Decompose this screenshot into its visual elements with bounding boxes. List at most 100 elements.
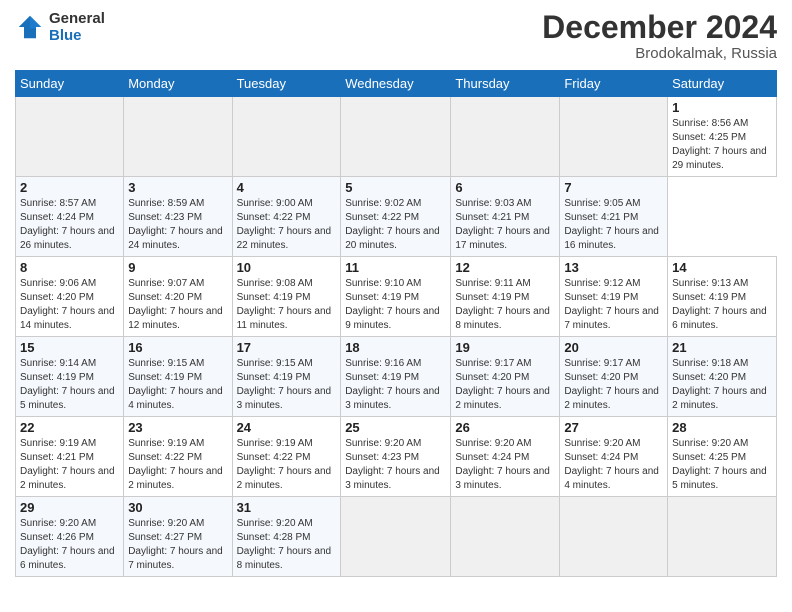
table-row: 3Sunrise: 8:59 AMSunset: 4:23 PMDaylight… — [124, 177, 232, 257]
table-row: 25Sunrise: 9:20 AMSunset: 4:23 PMDayligh… — [341, 417, 451, 497]
calendar-container: General Blue December 2024 Brodokalmak, … — [0, 0, 792, 587]
day-info: Sunrise: 9:11 AMSunset: 4:19 PMDaylight:… — [455, 277, 555, 333]
calendar-body: 1 Sunrise: 8:56 AMSunset: 4:25 PMDaylight… — [16, 97, 777, 577]
day-info: Sunrise: 8:56 AMSunset: 4:25 PMDaylight:… — [672, 117, 772, 173]
table-row: 9Sunrise: 9:07 AMSunset: 4:20 PMDaylight… — [124, 257, 232, 337]
table-row: 16 Sunrise: 9:15 AMSunset: 4:19 PMDayligh… — [124, 337, 232, 417]
day-info: Sunrise: 9:13 AMSunset: 4:19 PMDaylight:… — [672, 277, 772, 333]
day-info: Sunrise: 9:18 AMSunset: 4:20 PMDaylight:… — [672, 357, 772, 413]
logo: General Blue — [15, 10, 105, 44]
day-number: 13 — [564, 260, 663, 275]
logo-icon — [15, 12, 45, 42]
day-info: Sunrise: 9:20 AMSunset: 4:26 PMDaylight:… — [20, 517, 119, 573]
col-thursday: Thursday — [451, 71, 560, 97]
table-row: 22Sunrise: 9:19 AMSunset: 4:21 PMDayligh… — [16, 417, 124, 497]
calendar-week-5: 29 Sunrise: 9:20 AMSunset: 4:26 PMDayligh… — [16, 497, 777, 577]
day-number: 27 — [564, 420, 663, 435]
day-info: Sunrise: 9:17 AMSunset: 4:20 PMDaylight:… — [564, 357, 663, 413]
header: General Blue December 2024 Brodokalmak, … — [15, 10, 777, 62]
table-row: 31Sunrise: 9:20 AMSunset: 4:28 PMDayligh… — [232, 497, 341, 577]
table-row: 29 Sunrise: 9:20 AMSunset: 4:26 PMDayligh… — [16, 497, 124, 577]
day-number: 3 — [128, 180, 227, 195]
day-info: Sunrise: 9:03 AMSunset: 4:21 PMDaylight:… — [455, 197, 555, 253]
day-info: Sunrise: 9:20 AMSunset: 4:27 PMDaylight:… — [128, 517, 227, 573]
day-info: Sunrise: 9:10 AMSunset: 4:19 PMDaylight:… — [345, 277, 446, 333]
col-monday: Monday — [124, 71, 232, 97]
table-row — [451, 497, 560, 577]
location: Brodokalmak, Russia — [542, 45, 777, 62]
day-number: 5 — [345, 180, 446, 195]
day-number: 10 — [237, 260, 337, 275]
day-number: 8 — [20, 260, 119, 275]
table-row — [560, 497, 668, 577]
table-row: 1 Sunrise: 8:56 AMSunset: 4:25 PMDaylight… — [668, 97, 777, 177]
logo-blue: Blue — [49, 27, 105, 44]
day-info: Sunrise: 9:20 AMSunset: 4:24 PMDaylight:… — [455, 437, 555, 493]
day-number: 20 — [564, 340, 663, 355]
day-info: Sunrise: 9:14 AMSunset: 4:19 PMDaylight:… — [20, 357, 119, 413]
table-row: 7Sunrise: 9:05 AMSunset: 4:21 PMDaylight… — [560, 177, 668, 257]
day-info: Sunrise: 9:19 AMSunset: 4:21 PMDaylight:… — [20, 437, 119, 493]
day-info: Sunrise: 9:16 AMSunset: 4:19 PMDaylight:… — [345, 357, 446, 413]
table-row: 30 Sunrise: 9:20 AMSunset: 4:27 PMDayligh… — [124, 497, 232, 577]
day-number: 19 — [455, 340, 555, 355]
calendar-week-1: 2 Sunrise: 8:57 AMSunset: 4:24 PMDaylight… — [16, 177, 777, 257]
col-tuesday: Tuesday — [232, 71, 341, 97]
table-row — [16, 97, 124, 177]
day-number: 12 — [455, 260, 555, 275]
table-row — [668, 497, 777, 577]
day-number: 14 — [672, 260, 772, 275]
weekday-header-row: Sunday Monday Tuesday Wednesday Thursday… — [16, 71, 777, 97]
day-number: 4 — [237, 180, 337, 195]
day-number: 24 — [237, 420, 337, 435]
calendar-week-0: 1 Sunrise: 8:56 AMSunset: 4:25 PMDaylight… — [16, 97, 777, 177]
table-row: 2 Sunrise: 8:57 AMSunset: 4:24 PMDaylight… — [16, 177, 124, 257]
table-row — [341, 497, 451, 577]
table-row: 15Sunrise: 9:14 AMSunset: 4:19 PMDayligh… — [16, 337, 124, 417]
table-row: 8 Sunrise: 9:06 AMSunset: 4:20 PMDaylight… — [16, 257, 124, 337]
day-number: 7 — [564, 180, 663, 195]
day-number: 29 — [20, 500, 119, 515]
table-row: 12 Sunrise: 9:11 AMSunset: 4:19 PMDayligh… — [451, 257, 560, 337]
month-title: December 2024 — [542, 10, 777, 45]
day-info: Sunrise: 9:19 AMSunset: 4:22 PMDaylight:… — [128, 437, 227, 493]
day-number: 6 — [455, 180, 555, 195]
col-saturday: Saturday — [668, 71, 777, 97]
table-row: 11 Sunrise: 9:10 AMSunset: 4:19 PMDayligh… — [341, 257, 451, 337]
day-number: 25 — [345, 420, 446, 435]
col-wednesday: Wednesday — [341, 71, 451, 97]
calendar-week-2: 8 Sunrise: 9:06 AMSunset: 4:20 PMDaylight… — [16, 257, 777, 337]
table-row: 23Sunrise: 9:19 AMSunset: 4:22 PMDayligh… — [124, 417, 232, 497]
table-row: 24Sunrise: 9:19 AMSunset: 4:22 PMDayligh… — [232, 417, 341, 497]
day-number: 30 — [128, 500, 227, 515]
day-info: Sunrise: 8:57 AMSunset: 4:24 PMDaylight:… — [20, 197, 119, 253]
day-number: 18 — [345, 340, 446, 355]
table-row: 26 Sunrise: 9:20 AMSunset: 4:24 PMDayligh… — [451, 417, 560, 497]
day-number: 26 — [455, 420, 555, 435]
day-number: 9 — [128, 260, 227, 275]
day-number: 11 — [345, 260, 446, 275]
day-info: Sunrise: 9:20 AMSunset: 4:24 PMDaylight:… — [564, 437, 663, 493]
table-row — [124, 97, 232, 177]
col-sunday: Sunday — [16, 71, 124, 97]
table-row: 14 Sunrise: 9:13 AMSunset: 4:19 PMDayligh… — [668, 257, 777, 337]
table-row: 5Sunrise: 9:02 AMSunset: 4:22 PMDaylight… — [341, 177, 451, 257]
day-info: Sunrise: 9:08 AMSunset: 4:19 PMDaylight:… — [237, 277, 337, 333]
table-row — [341, 97, 451, 177]
day-number: 21 — [672, 340, 772, 355]
table-row: 4 Sunrise: 9:00 AMSunset: 4:22 PMDaylight… — [232, 177, 341, 257]
calendar-week-4: 22Sunrise: 9:19 AMSunset: 4:21 PMDayligh… — [16, 417, 777, 497]
logo-general: General — [49, 10, 105, 27]
day-number: 16 — [128, 340, 227, 355]
table-row: 19Sunrise: 9:17 AMSunset: 4:20 PMDayligh… — [451, 337, 560, 417]
col-friday: Friday — [560, 71, 668, 97]
day-info: Sunrise: 9:15 AMSunset: 4:19 PMDaylight:… — [128, 357, 227, 413]
day-number: 2 — [20, 180, 119, 195]
day-number: 1 — [672, 100, 772, 115]
day-info: Sunrise: 9:20 AMSunset: 4:25 PMDaylight:… — [672, 437, 772, 493]
day-info: Sunrise: 9:00 AMSunset: 4:22 PMDaylight:… — [237, 197, 337, 253]
table-row: 17Sunrise: 9:15 AMSunset: 4:19 PMDayligh… — [232, 337, 341, 417]
day-info: Sunrise: 9:20 AMSunset: 4:28 PMDaylight:… — [237, 517, 337, 573]
day-info: Sunrise: 9:06 AMSunset: 4:20 PMDaylight:… — [20, 277, 119, 333]
calendar-week-3: 15Sunrise: 9:14 AMSunset: 4:19 PMDayligh… — [16, 337, 777, 417]
